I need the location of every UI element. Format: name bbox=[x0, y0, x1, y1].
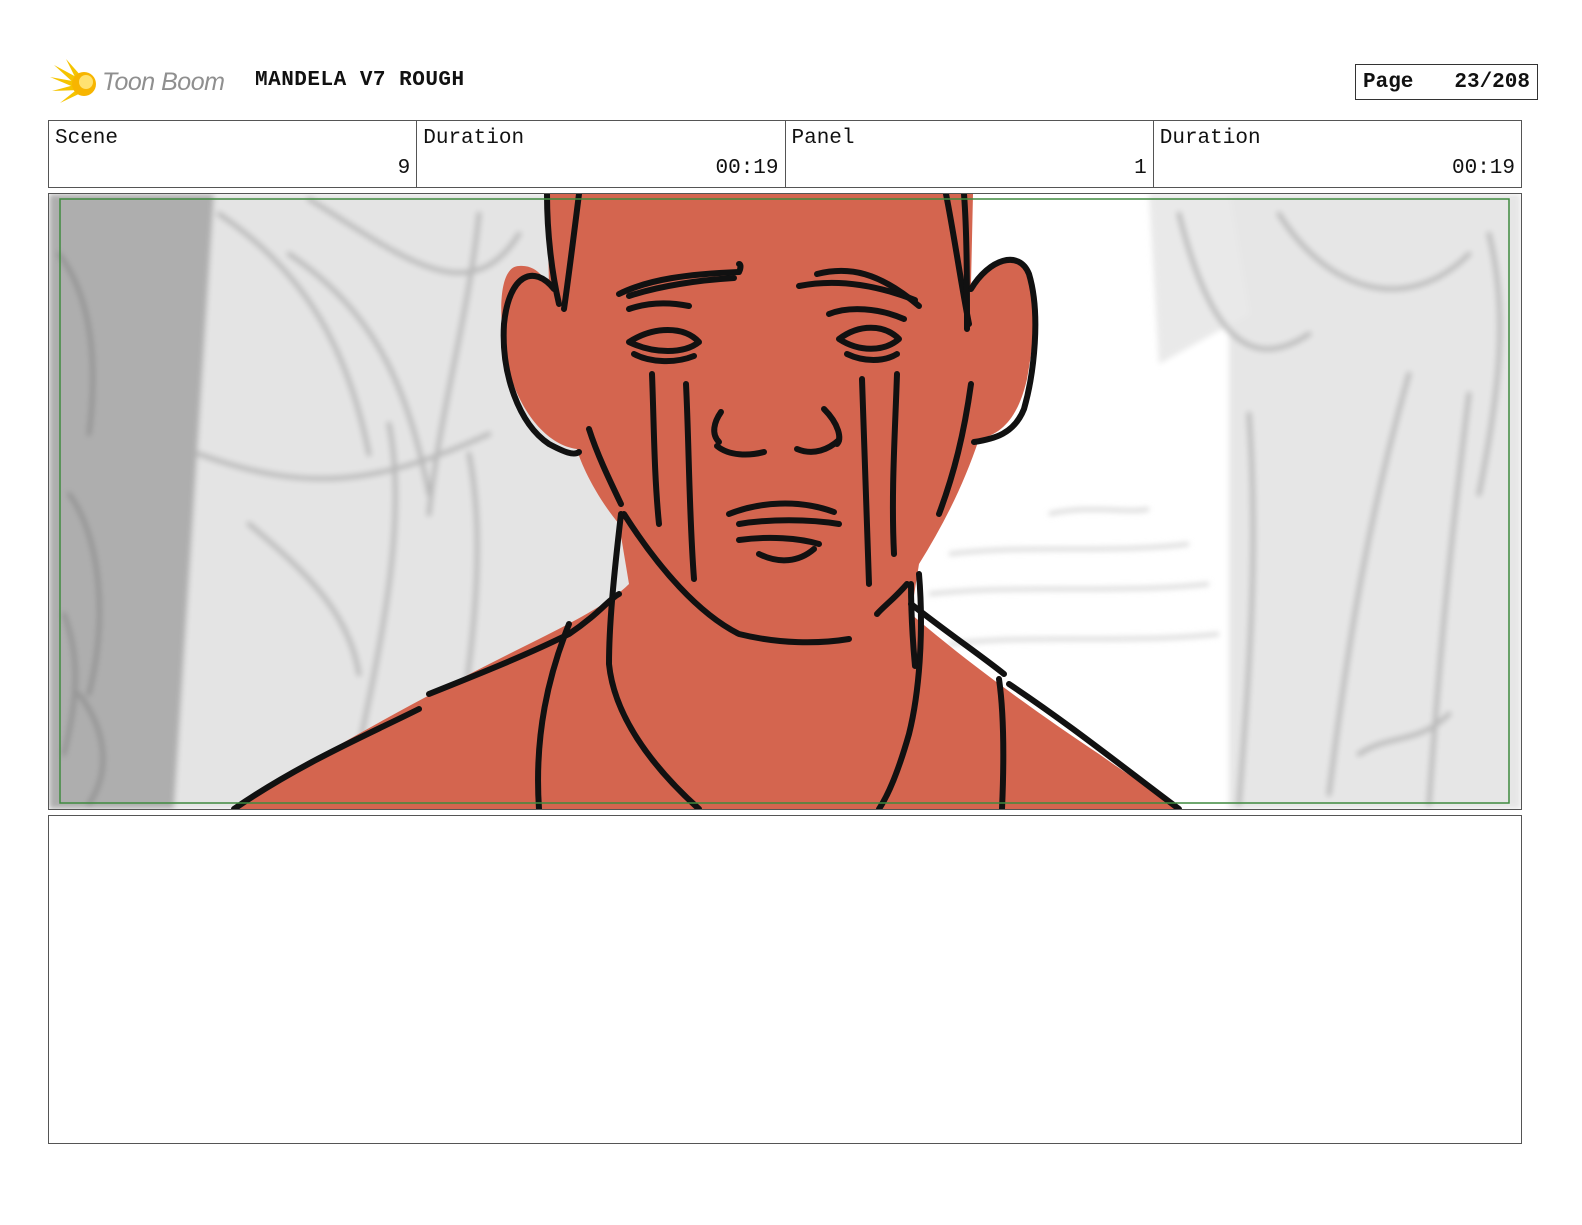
panel-value: 1 bbox=[1134, 157, 1147, 180]
panel-info-table: Scene 9 Duration 00:19 Panel 1 Duration … bbox=[48, 120, 1522, 188]
panel-notes-area[interactable] bbox=[48, 815, 1522, 1144]
storyboard-panel bbox=[48, 193, 1522, 810]
page-header: Toon Boom MANDELA V7 ROUGH Page 23/208 bbox=[50, 56, 1538, 108]
panel-duration-cell: Duration 00:19 bbox=[1154, 121, 1521, 187]
scene-duration-cell: Duration 00:19 bbox=[417, 121, 786, 187]
sunburst-icon bbox=[50, 59, 96, 103]
toon-boom-logo: Toon Boom bbox=[50, 56, 225, 108]
logo-text: Toon Boom bbox=[102, 67, 225, 96]
scene-duration-label: Duration bbox=[423, 127, 525, 150]
panel-label: Panel bbox=[791, 127, 855, 150]
panel-cell: Panel 1 bbox=[786, 121, 1154, 187]
panel-duration-value: 00:19 bbox=[1451, 157, 1515, 180]
scene-value: 9 bbox=[397, 157, 411, 180]
page-number: 23/208 bbox=[1454, 70, 1530, 94]
project-title: MANDELA V7 ROUGH bbox=[255, 69, 465, 92]
panel-drawing bbox=[49, 194, 1521, 809]
page-label: Page bbox=[1363, 70, 1414, 94]
scene-duration-value: 00:19 bbox=[715, 157, 779, 180]
page-indicator: Page 23/208 bbox=[1355, 64, 1538, 100]
panel-duration-label: Duration bbox=[1159, 127, 1261, 150]
scene-cell: Scene 9 bbox=[49, 121, 418, 187]
scene-label: Scene bbox=[55, 127, 119, 150]
